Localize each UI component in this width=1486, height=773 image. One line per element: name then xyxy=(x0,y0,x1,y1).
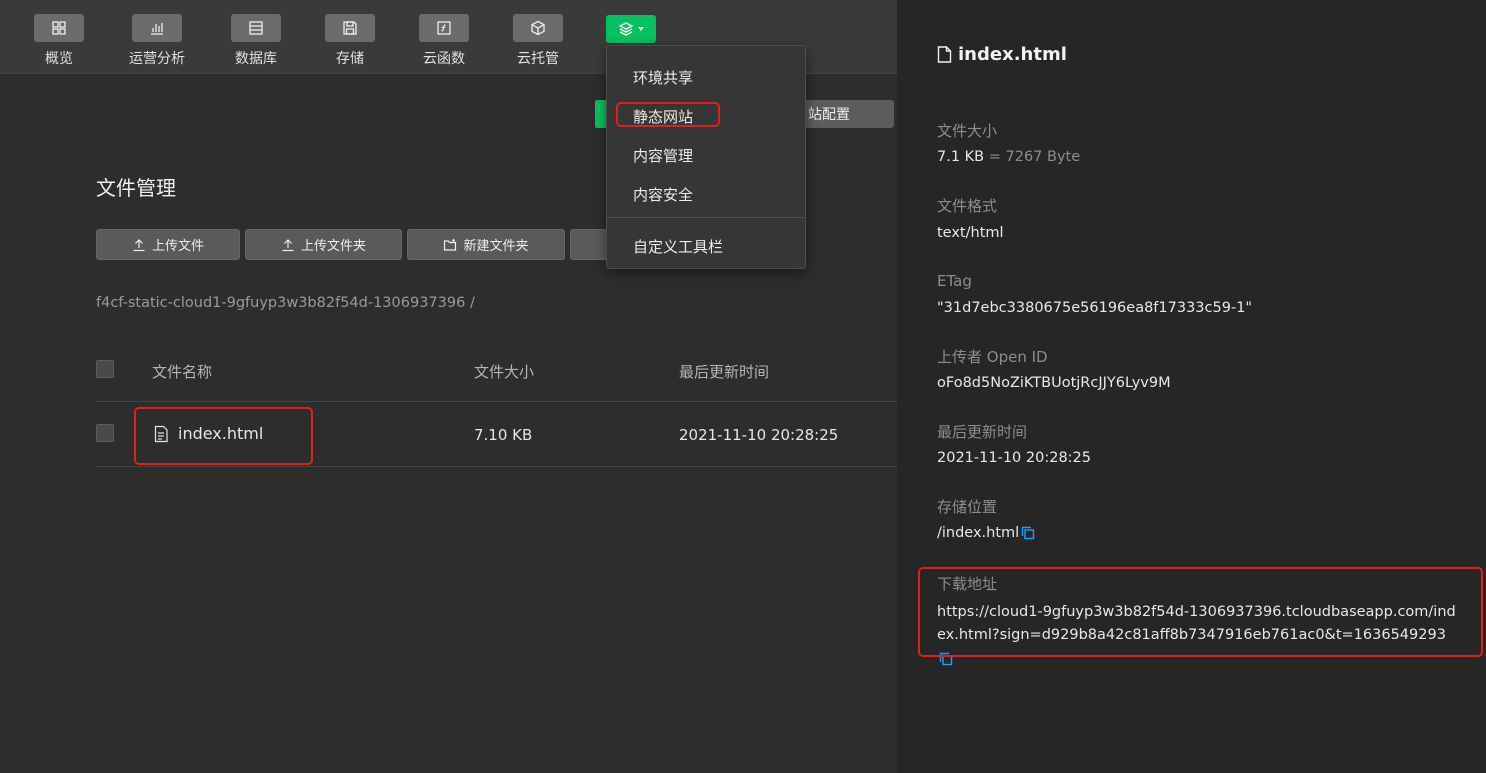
breadcrumb[interactable]: f4cf-static-cloud1-9gfuyp3w3b82f54d-1306… xyxy=(96,295,475,311)
toolbar-label: 云函数 xyxy=(423,51,465,67)
toolbar-label: 运营分析 xyxy=(129,51,185,67)
column-header-updated[interactable]: 最后更新时间 xyxy=(679,361,769,382)
toolbar-label: 数据库 xyxy=(235,51,277,67)
upload-folder-label: 上传文件夹 xyxy=(300,239,366,254)
file-size-kb: 7.1 KB xyxy=(937,149,985,165)
file-format-value: text/html xyxy=(937,225,1004,241)
file-detail-panel: index.html 文件大小 7.1 KB = 7267 Byte 文件格式 … xyxy=(897,0,1486,773)
column-header-name[interactable]: 文件名称 xyxy=(152,361,212,382)
function-icon xyxy=(419,14,469,42)
toolbar-item-database[interactable]: 数据库 xyxy=(224,14,288,70)
column-header-size[interactable]: 文件大小 xyxy=(474,361,534,382)
uploader-value: oFo8d5NoZiKTBUotjRcJJY6Lyv9M xyxy=(937,375,1171,391)
database-icon xyxy=(231,14,281,42)
chevron-down-icon xyxy=(638,27,644,31)
save-icon xyxy=(325,14,375,42)
etag-label: ETag xyxy=(937,272,972,290)
file-format-label: 文件格式 xyxy=(937,197,998,215)
file-size-value: 7.1 KB = 7267 Byte xyxy=(937,149,1080,165)
toolbar-label: 存储 xyxy=(336,51,364,67)
menu-item-content-security[interactable]: 内容安全 xyxy=(633,184,693,205)
copy-icon[interactable] xyxy=(1021,526,1035,540)
etag-value: "31d7ebc3380675e56196ea8f17333c59-1" xyxy=(937,300,1253,316)
upload-folder-button[interactable]: 上传文件夹 xyxy=(245,229,402,260)
new-folder-button[interactable]: 新建文件夹 xyxy=(407,229,565,260)
toolbar-label: 云托管 xyxy=(517,51,559,67)
highlight-box-download xyxy=(918,567,1483,657)
file-size-cell: 7.10 KB xyxy=(474,426,533,444)
menu-item-content-manage[interactable]: 内容管理 xyxy=(633,145,693,166)
cube-icon xyxy=(513,14,563,42)
updated-label: 最后更新时间 xyxy=(937,423,1028,441)
uploader-label: 上传者 Open ID xyxy=(937,348,1048,366)
file-size-label: 文件大小 xyxy=(937,122,998,140)
grid-icon xyxy=(34,14,84,42)
menu-item-custom-toolbar[interactable]: 自定义工具栏 xyxy=(633,236,723,257)
file-size-bytes: = 7267 Byte xyxy=(988,149,1081,165)
row-checkbox[interactable] xyxy=(96,424,114,442)
toolbar-item-cloud-function[interactable]: 云函数 xyxy=(412,14,476,70)
upload-file-label: 上传文件 xyxy=(151,239,204,254)
panel-title-text: index.html xyxy=(958,44,1067,65)
page-title: 文件管理 xyxy=(96,176,176,200)
divider xyxy=(96,466,897,467)
select-all-checkbox[interactable] xyxy=(96,360,114,378)
highlight-box-static-site xyxy=(616,102,720,127)
upload-file-button[interactable]: 上传文件 xyxy=(96,229,240,260)
upload-icon xyxy=(281,238,295,252)
toolbar-item-analytics[interactable]: 运营分析 xyxy=(125,14,189,70)
new-folder-label: 新建文件夹 xyxy=(463,239,529,254)
toolbar-label: 概览 xyxy=(45,51,73,67)
more-menu-button[interactable] xyxy=(606,15,656,43)
menu-divider xyxy=(607,217,805,218)
updated-value: 2021-11-10 20:28:25 xyxy=(937,450,1091,466)
panel-title: index.html xyxy=(937,44,1067,65)
toolbar-item-storage[interactable]: 存储 xyxy=(318,14,382,70)
highlight-box-file xyxy=(134,407,313,465)
toolbar-item-overview[interactable]: 概览 xyxy=(27,14,91,70)
more-menu-dropdown: 环境共享 静态网站 内容管理 内容安全 自定义工具栏 xyxy=(606,45,806,269)
divider xyxy=(96,401,897,402)
bar-chart-icon xyxy=(132,14,182,42)
layers-icon xyxy=(618,21,634,37)
new-folder-icon xyxy=(443,238,457,252)
location-label: 存储位置 xyxy=(937,498,998,516)
location-value: /index.html xyxy=(937,525,1035,541)
upload-icon xyxy=(132,238,146,252)
menu-item-env-share[interactable]: 环境共享 xyxy=(633,67,693,88)
delete-button[interactable] xyxy=(570,229,610,260)
document-icon xyxy=(937,46,952,63)
toolbar-item-cloud-hosting[interactable]: 云托管 xyxy=(506,14,570,70)
location-path: /index.html xyxy=(937,525,1020,541)
file-updated-cell: 2021-11-10 20:28:25 xyxy=(679,426,839,444)
